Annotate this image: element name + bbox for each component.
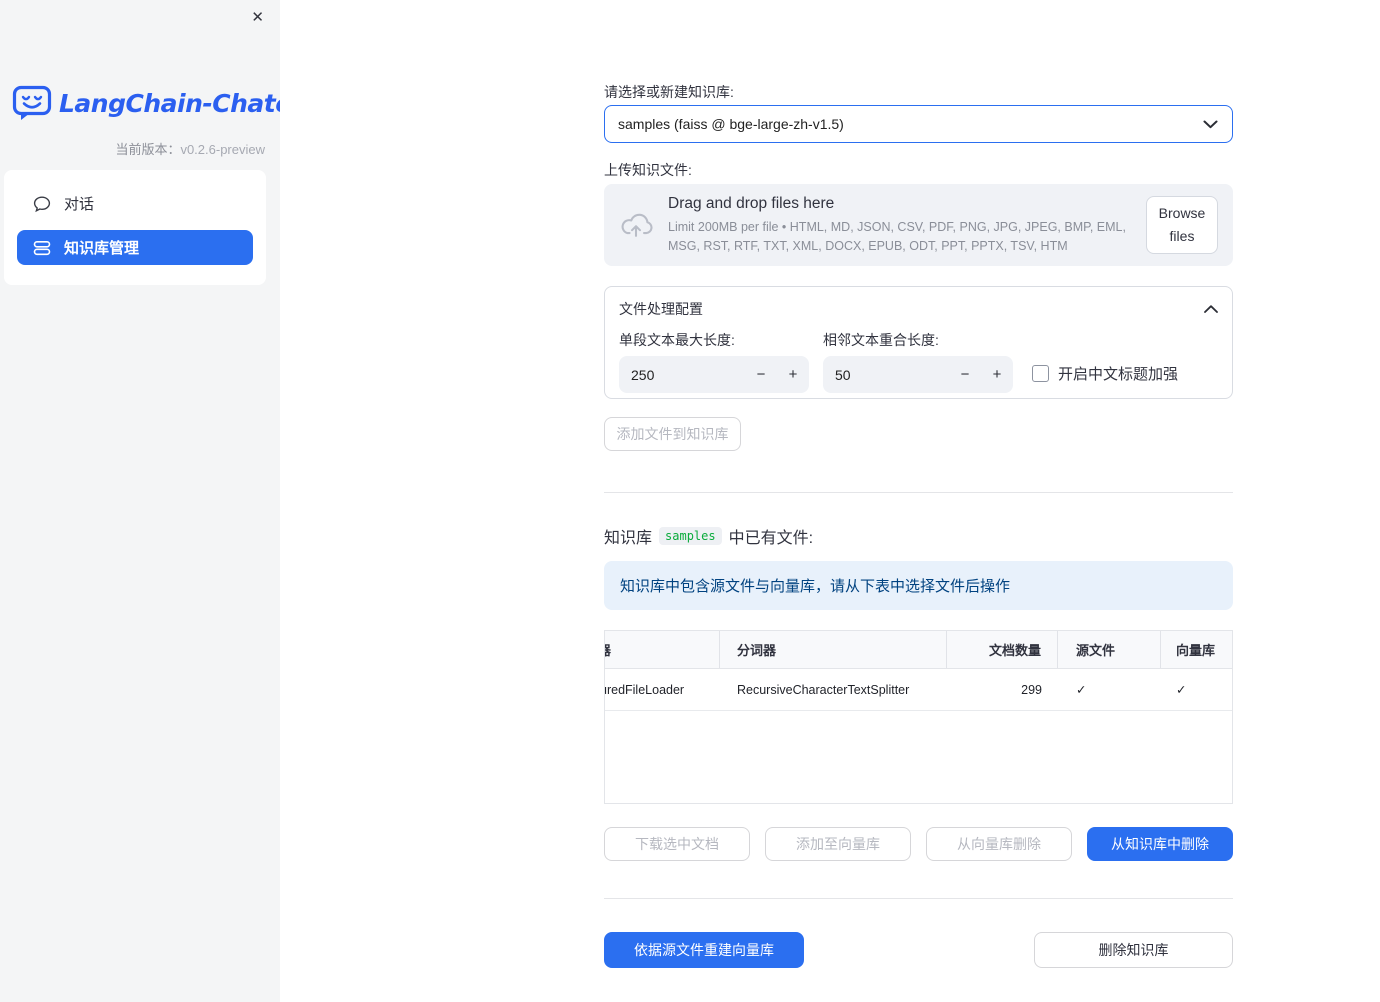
overlap-size-value[interactable]: 50 bbox=[835, 367, 949, 383]
overlap-size-group: 相邻文本重合长度: 50 − + bbox=[823, 331, 1013, 393]
kb-files-prefix: 知识库 bbox=[604, 530, 653, 547]
decrement-button[interactable]: − bbox=[745, 366, 777, 383]
version-value: v0.2.6-preview bbox=[180, 142, 265, 157]
cell-doc-count[interactable]: 299 bbox=[947, 669, 1058, 711]
download-selected-button: 下载选中文档 bbox=[604, 827, 750, 861]
info-alert: 知识库中包含源文件与向量库，请从下表中选择文件后操作 bbox=[604, 561, 1233, 610]
kb-selectbox[interactable]: samples (faiss @ bge-large-zh-v1.5) bbox=[604, 105, 1233, 143]
chunk-size-input[interactable]: 250 − + bbox=[619, 356, 809, 393]
column-header-splitter[interactable]: 分词器 bbox=[720, 631, 947, 668]
sidebar: ✕ LangChain-Chatchat 当前版本：v0.2.6-preview… bbox=[0, 0, 335, 1002]
cell-vector-store-check[interactable]: ✓ bbox=[1161, 682, 1232, 697]
add-to-vector-store-button: 添加至向量库 bbox=[765, 827, 911, 861]
kb-actions: 依据源文件重建向量库 删除知识库 bbox=[604, 932, 1233, 968]
expander-title: 文件处理配置 bbox=[619, 301, 703, 317]
dropzone-text: Drag and drop files here Limit 200MB per… bbox=[668, 195, 1146, 254]
kb-selectbox-value: samples (faiss @ bge-large-zh-v1.5) bbox=[618, 116, 844, 132]
kb-name-code: samples bbox=[659, 527, 722, 545]
file-actions: 下载选中文档 添加至向量库 从向量库删除 从知识库中删除 bbox=[604, 827, 1233, 861]
info-text: 知识库中包含源文件与向量库，请从下表中选择文件后操作 bbox=[620, 578, 1011, 595]
cell-loader[interactable]: uredFileLoader bbox=[605, 683, 720, 697]
divider bbox=[604, 898, 1233, 899]
knowledge-base-icon bbox=[33, 240, 51, 256]
add-files-to-kb-button: 添加文件到知识库 bbox=[604, 417, 741, 451]
sidebar-item-label: 知识库管理 bbox=[64, 240, 140, 257]
version-label: 当前版本： bbox=[115, 142, 181, 157]
sidebar-item-knowledge-base[interactable]: 知识库管理 bbox=[17, 230, 253, 265]
column-header-doc-count[interactable]: 文档数量 bbox=[947, 631, 1058, 668]
file-dropzone[interactable]: Drag and drop files here Limit 200MB per… bbox=[604, 184, 1233, 266]
increment-button[interactable]: + bbox=[777, 366, 809, 383]
chunk-size-value[interactable]: 250 bbox=[631, 367, 745, 383]
main-content: 请选择或新建知识库: samples (faiss @ bge-large-zh… bbox=[280, 0, 1380, 1002]
chunk-size-label: 单段文本最大长度: bbox=[619, 332, 735, 348]
cloud-upload-icon bbox=[619, 210, 653, 240]
kb-select-label: 请选择或新建知识库: bbox=[604, 84, 734, 100]
rebuild-vector-store-button[interactable]: 依据源文件重建向量库 bbox=[604, 932, 804, 968]
checkbox-box-icon[interactable] bbox=[1032, 365, 1049, 382]
chunk-size-group: 单段文本最大长度: 250 − + bbox=[619, 331, 809, 393]
table-row[interactable]: uredFileLoader RecursiveCharacterTextSpl… bbox=[605, 669, 1232, 711]
delete-kb-button[interactable]: 删除知识库 bbox=[1034, 932, 1233, 968]
sidebar-menu: 对话 知识库管理 bbox=[4, 170, 266, 285]
chat-bubble-icon bbox=[33, 195, 51, 213]
upload-label: 上传知识文件: bbox=[604, 162, 692, 178]
divider bbox=[604, 492, 1233, 493]
delete-from-kb-button[interactable]: 从知识库中删除 bbox=[1087, 827, 1233, 861]
dropzone-limit-text: Limit 200MB per file • HTML, MD, JSON, C… bbox=[668, 220, 1126, 253]
logo-chat-smiley-icon bbox=[12, 85, 52, 121]
sidebar-item-chat[interactable]: 对话 bbox=[17, 186, 253, 221]
decrement-button[interactable]: − bbox=[949, 366, 981, 383]
kb-files-heading: 知识库 samples 中已有文件: bbox=[604, 525, 1233, 547]
cell-splitter[interactable]: RecursiveCharacterTextSplitter bbox=[720, 683, 947, 697]
overlap-size-input[interactable]: 50 − + bbox=[823, 356, 1013, 393]
sidebar-item-label: 对话 bbox=[64, 196, 95, 213]
zh-title-enhance-checkbox[interactable]: 开启中文标题加强 bbox=[1032, 363, 1178, 384]
delete-from-vector-store-button: 从向量库删除 bbox=[926, 827, 1072, 861]
file-config-expander: 文件处理配置 单段文本最大长度: 250 − + 相邻文本重合长度: 50 − … bbox=[604, 286, 1233, 399]
column-header-vector-store[interactable]: 向量库 bbox=[1161, 631, 1232, 668]
column-header-source-file[interactable]: 源文件 bbox=[1058, 631, 1161, 668]
expander-header[interactable]: 文件处理配置 bbox=[619, 287, 1218, 331]
chevron-up-icon bbox=[1204, 305, 1218, 313]
files-table: 器 分词器 文档数量 源文件 向量库 uredFileLoader Recurs… bbox=[604, 630, 1233, 804]
table-header-row: 器 分词器 文档数量 源文件 向量库 bbox=[605, 631, 1232, 669]
kb-files-suffix: 中已有文件: bbox=[728, 530, 814, 547]
dropzone-instructions: Drag and drop files here bbox=[668, 195, 835, 213]
overlap-size-label: 相邻文本重合长度: bbox=[823, 332, 939, 348]
version-info: 当前版本：v0.2.6-preview bbox=[115, 139, 265, 158]
checkbox-label: 开启中文标题加强 bbox=[1058, 366, 1179, 383]
increment-button[interactable]: + bbox=[981, 366, 1013, 383]
column-header-loader[interactable]: 器 bbox=[605, 631, 720, 668]
close-icon: ✕ bbox=[251, 9, 264, 26]
expander-body: 单段文本最大长度: 250 − + 相邻文本重合长度: 50 − + 开启中文标… bbox=[619, 331, 1218, 393]
cell-source-file-check[interactable]: ✓ bbox=[1058, 682, 1161, 697]
browse-files-button[interactable]: Browse files bbox=[1146, 195, 1218, 255]
chevron-down-icon bbox=[1203, 120, 1218, 129]
close-sidebar-button[interactable]: ✕ bbox=[247, 6, 268, 29]
